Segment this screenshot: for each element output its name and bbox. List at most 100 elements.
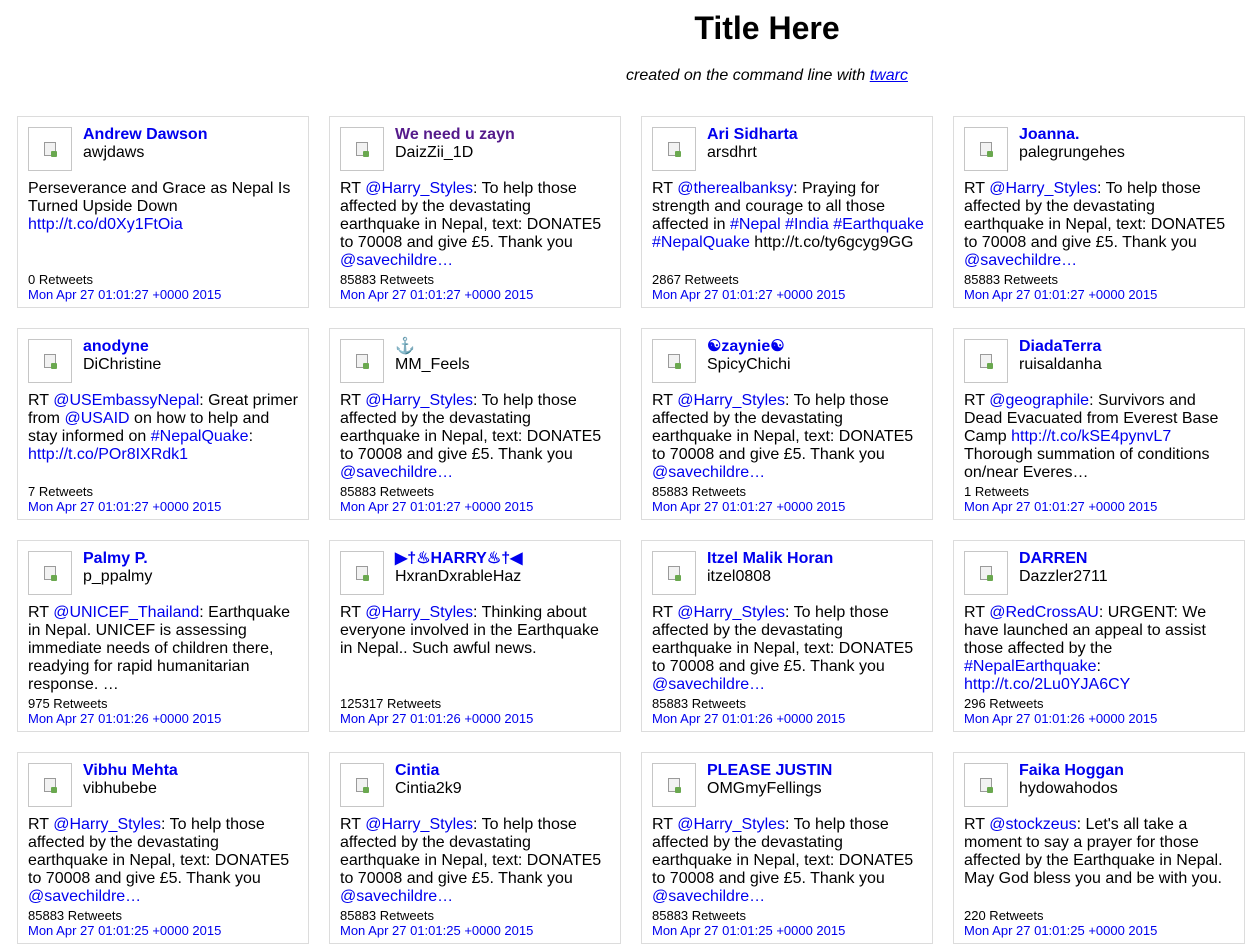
tweet-date-link[interactable]: Mon Apr 27 01:01:25 +0000 2015 — [28, 923, 221, 938]
tweet-link[interactable]: @RedCrossAU — [989, 604, 1099, 621]
user-name-link[interactable]: DARREN — [1019, 550, 1087, 568]
tweet-link[interactable]: @savechildre… — [340, 464, 453, 481]
tweet-date-link[interactable]: Mon Apr 27 01:01:26 +0000 2015 — [340, 711, 533, 726]
tweet-link[interactable]: @savechildre… — [340, 252, 453, 269]
broken-image-icon — [980, 142, 993, 157]
user-name-link[interactable]: Itzel Malik Horan — [707, 550, 833, 568]
tweet-link[interactable]: @savechildre… — [340, 888, 453, 905]
avatar[interactable] — [964, 763, 1008, 807]
avatar[interactable] — [964, 551, 1008, 595]
tweet-link[interactable]: @Harry_Styles — [989, 180, 1097, 197]
tweet-date-link[interactable]: Mon Apr 27 01:01:25 +0000 2015 — [652, 923, 845, 938]
avatar[interactable] — [28, 127, 72, 171]
tweet-text-segment: RT — [652, 816, 678, 833]
user-name-link[interactable]: anodyne — [83, 338, 149, 356]
user-name-link[interactable]: ⚓ — [395, 338, 415, 356]
tweet-card: PLEASE JUSTIN OMGmyFellings RT @Harry_Styl… — [641, 752, 933, 944]
avatar[interactable] — [652, 127, 696, 171]
tweet-link[interactable]: @USAID — [64, 410, 129, 427]
avatar[interactable] — [340, 763, 384, 807]
tweet-link[interactable]: @savechildre… — [652, 676, 765, 693]
tweet-date-link[interactable]: Mon Apr 27 01:01:27 +0000 2015 — [340, 287, 533, 302]
user-name-link[interactable]: DiadaTerra — [1019, 338, 1101, 356]
tweet-link[interactable]: #NepalQuake — [652, 234, 750, 251]
tweet-link[interactable]: @Harry_Styles — [677, 604, 785, 621]
avatar[interactable] — [652, 551, 696, 595]
user-handle: arsdhrt — [707, 144, 757, 161]
avatar[interactable] — [964, 127, 1008, 171]
user-name-link[interactable]: Cintia — [395, 762, 439, 780]
broken-image-icon — [668, 778, 681, 793]
avatar[interactable] — [28, 551, 72, 595]
retweet-count: 85883 Retweets — [652, 908, 746, 923]
user-name-link[interactable]: We need u zayn — [395, 126, 515, 144]
tweet-date-link[interactable]: Mon Apr 27 01:01:25 +0000 2015 — [964, 923, 1157, 938]
tweet-link[interactable]: @therealbanksy — [677, 180, 793, 197]
tweet-date-link[interactable]: Mon Apr 27 01:01:27 +0000 2015 — [340, 499, 533, 514]
tweet-date-link[interactable]: Mon Apr 27 01:01:27 +0000 2015 — [964, 499, 1157, 514]
tweet-link[interactable]: http://t.co/kSE4pynvL7 — [1011, 428, 1171, 445]
tweet-date-link[interactable]: Mon Apr 27 01:01:26 +0000 2015 — [28, 711, 221, 726]
tweet-link[interactable]: @savechildre… — [652, 464, 765, 481]
user-name-link[interactable]: Andrew Dawson — [83, 126, 207, 144]
tweet-date-link[interactable]: Mon Apr 27 01:01:27 +0000 2015 — [652, 287, 845, 302]
tweet-link[interactable]: @USEmbassyNepal — [53, 392, 199, 409]
tweet-date-link[interactable]: Mon Apr 27 01:01:26 +0000 2015 — [964, 711, 1157, 726]
tweet-date-link[interactable]: Mon Apr 27 01:01:25 +0000 2015 — [340, 923, 533, 938]
tweet-link[interactable]: #Nepal — [730, 216, 781, 233]
avatar[interactable] — [28, 763, 72, 807]
tweet-date-link[interactable]: Mon Apr 27 01:01:27 +0000 2015 — [28, 287, 221, 302]
tweet-link[interactable]: @UNICEF_Thailand — [53, 604, 199, 621]
avatar[interactable] — [340, 339, 384, 383]
tweet-card: DiadaTerra ruisaldanha RT @geographile: Su… — [953, 328, 1245, 520]
avatar[interactable] — [28, 339, 72, 383]
tweet-text: RT @Harry_Styles: To help those affected… — [28, 816, 300, 906]
retweet-count: 85883 Retweets — [964, 272, 1058, 287]
user-name-link[interactable]: Vibhu Mehta — [83, 762, 178, 780]
tweet-link[interactable]: @savechildre… — [28, 888, 141, 905]
user-handle: ruisaldanha — [1019, 356, 1102, 373]
tweet-link[interactable]: @Harry_Styles — [677, 816, 785, 833]
tweet-link[interactable]: http://t.co/2Lu0YJA6CY — [964, 676, 1130, 693]
user-name-link[interactable]: Ari Sidharta — [707, 126, 798, 144]
tweet-date-link[interactable]: Mon Apr 27 01:01:27 +0000 2015 — [964, 287, 1157, 302]
user-name-link[interactable]: ▶†♨HARRY♨†◀ — [395, 550, 522, 568]
tweet-link[interactable]: @stockzeus — [989, 816, 1076, 833]
tweet-link[interactable]: @Harry_Styles — [365, 180, 473, 197]
user-name-link[interactable]: Palmy P. — [83, 550, 148, 568]
user-handle: itzel0808 — [707, 568, 772, 585]
tweet-date-link[interactable]: Mon Apr 27 01:01:27 +0000 2015 — [652, 499, 845, 514]
tweet-text-segment: RT — [28, 816, 54, 833]
user-name-link[interactable]: ☯zaynie☯ — [707, 338, 785, 356]
tweet-card: Itzel Malik Horan itzel0808 RT @Harry_Styl… — [641, 540, 933, 732]
tweet-link[interactable]: #NepalQuake — [151, 428, 249, 445]
tweet-date-link[interactable]: Mon Apr 27 01:01:27 +0000 2015 — [28, 499, 221, 514]
avatar[interactable] — [340, 127, 384, 171]
broken-image-icon — [980, 354, 993, 369]
avatar[interactable] — [964, 339, 1008, 383]
tweet-link[interactable]: @Harry_Styles — [365, 392, 473, 409]
tweet-link[interactable]: @Harry_Styles — [365, 604, 473, 621]
user-name-link[interactable]: Joanna. — [1019, 126, 1079, 144]
tweet-link[interactable]: http://t.co/POr8IXRdk1 — [28, 446, 188, 463]
tweet-link[interactable]: #Earthquake — [833, 216, 924, 233]
user-name-link[interactable]: PLEASE JUSTIN — [707, 762, 832, 780]
tweet-link[interactable]: @Harry_Styles — [365, 816, 473, 833]
avatar[interactable] — [652, 339, 696, 383]
tweet-link[interactable]: #NepalEarthquake — [964, 658, 1097, 675]
twarc-link[interactable]: twarc — [870, 67, 908, 84]
user-handle: Cintia2k9 — [395, 780, 462, 797]
tweet-link[interactable]: @savechildre… — [652, 888, 765, 905]
user-name-link[interactable]: Faika Hoggan — [1019, 762, 1124, 780]
tweet-link[interactable]: #India — [785, 216, 829, 233]
tweet-link[interactable]: http://t.co/d0Xy1FtOia — [28, 216, 183, 233]
tweet-card: ☯zaynie☯ SpicyChichi RT @Harry_Styles: To … — [641, 328, 933, 520]
avatar[interactable] — [652, 763, 696, 807]
tweet-link[interactable]: @Harry_Styles — [53, 816, 161, 833]
tweet-link[interactable]: @savechildre… — [964, 252, 1077, 269]
tweet-link[interactable]: @geographile — [989, 392, 1089, 409]
retweet-count: 85883 Retweets — [652, 696, 746, 711]
avatar[interactable] — [340, 551, 384, 595]
tweet-date-link[interactable]: Mon Apr 27 01:01:26 +0000 2015 — [652, 711, 845, 726]
tweet-link[interactable]: @Harry_Styles — [677, 392, 785, 409]
